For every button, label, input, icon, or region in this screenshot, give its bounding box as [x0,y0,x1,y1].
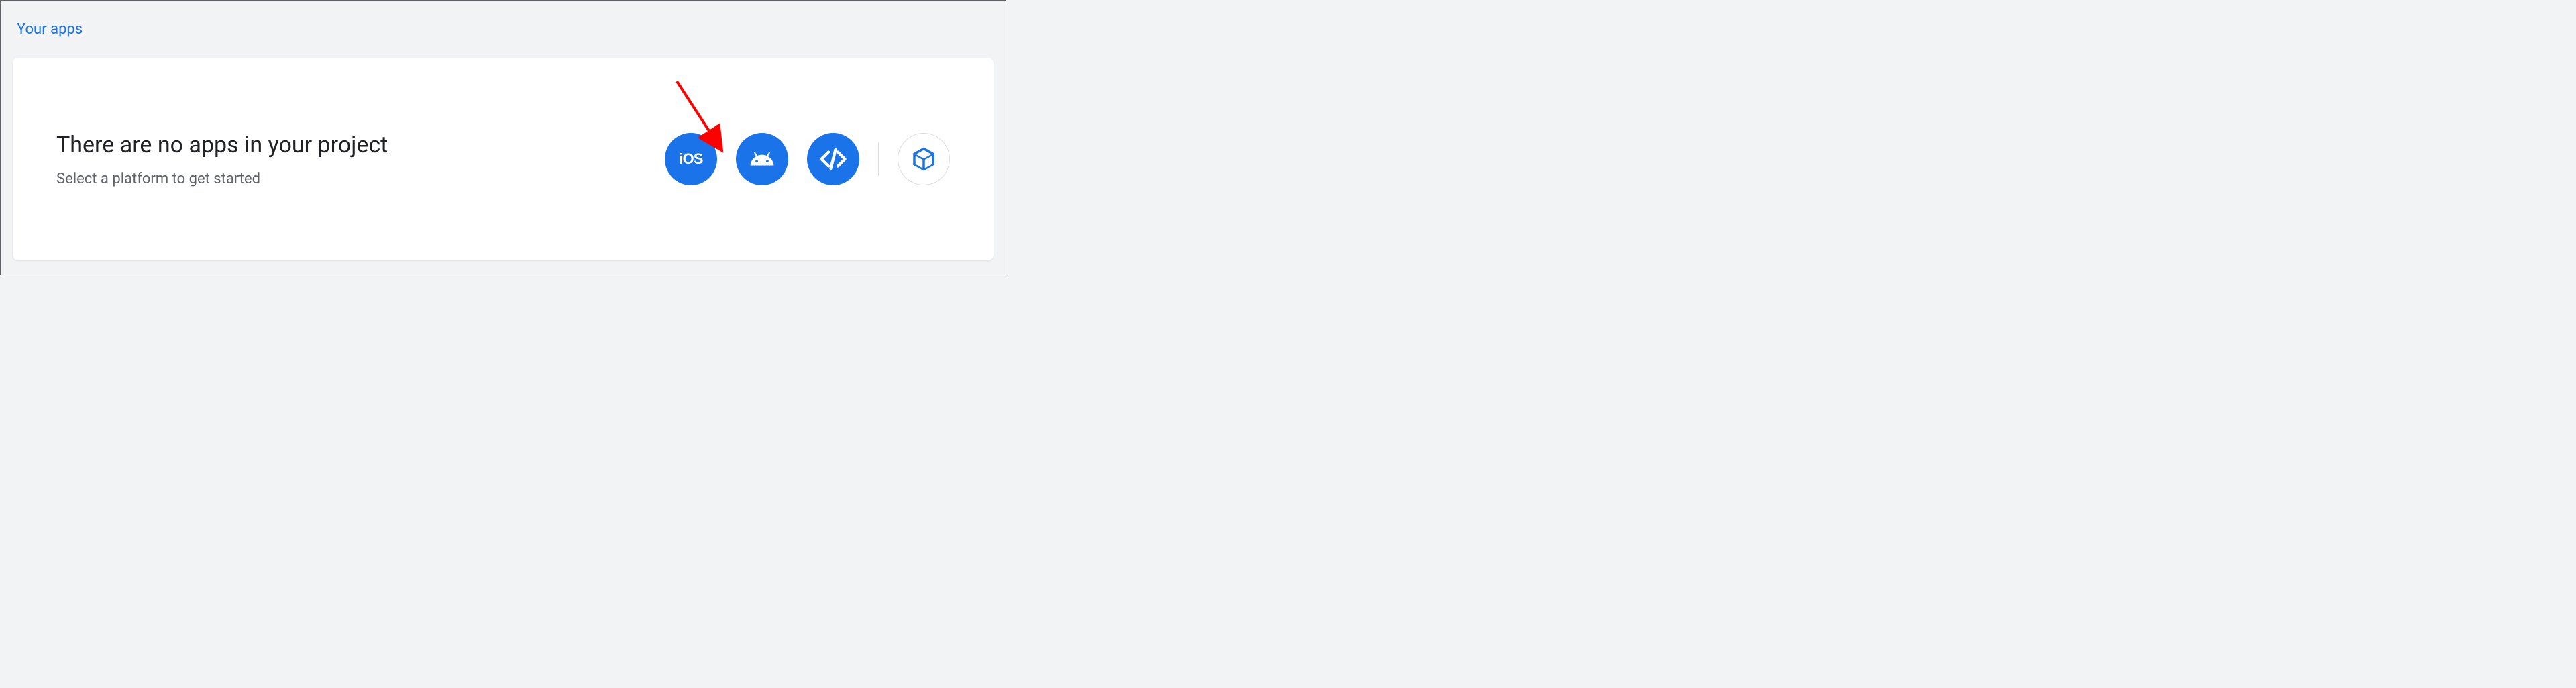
section-title: Your apps [1,1,1006,38]
your-apps-section: Your apps There are no apps in your proj… [0,0,1006,275]
platform-buttons-row: iOS [665,133,950,185]
apps-card: There are no apps in your project Select… [13,58,994,260]
card-heading: There are no apps in your project [56,132,388,158]
android-icon [749,146,775,172]
ios-icon: iOS [680,150,703,168]
web-code-icon [819,145,847,173]
unity-platform-button[interactable] [898,133,950,185]
web-platform-button[interactable] [807,133,859,185]
unity-icon [910,145,938,173]
card-subtitle: Select a platform to get started [56,170,388,187]
android-platform-button[interactable] [736,133,788,185]
divider [878,142,879,176]
ios-platform-button[interactable]: iOS [665,133,717,185]
card-text-block: There are no apps in your project Select… [56,132,388,187]
